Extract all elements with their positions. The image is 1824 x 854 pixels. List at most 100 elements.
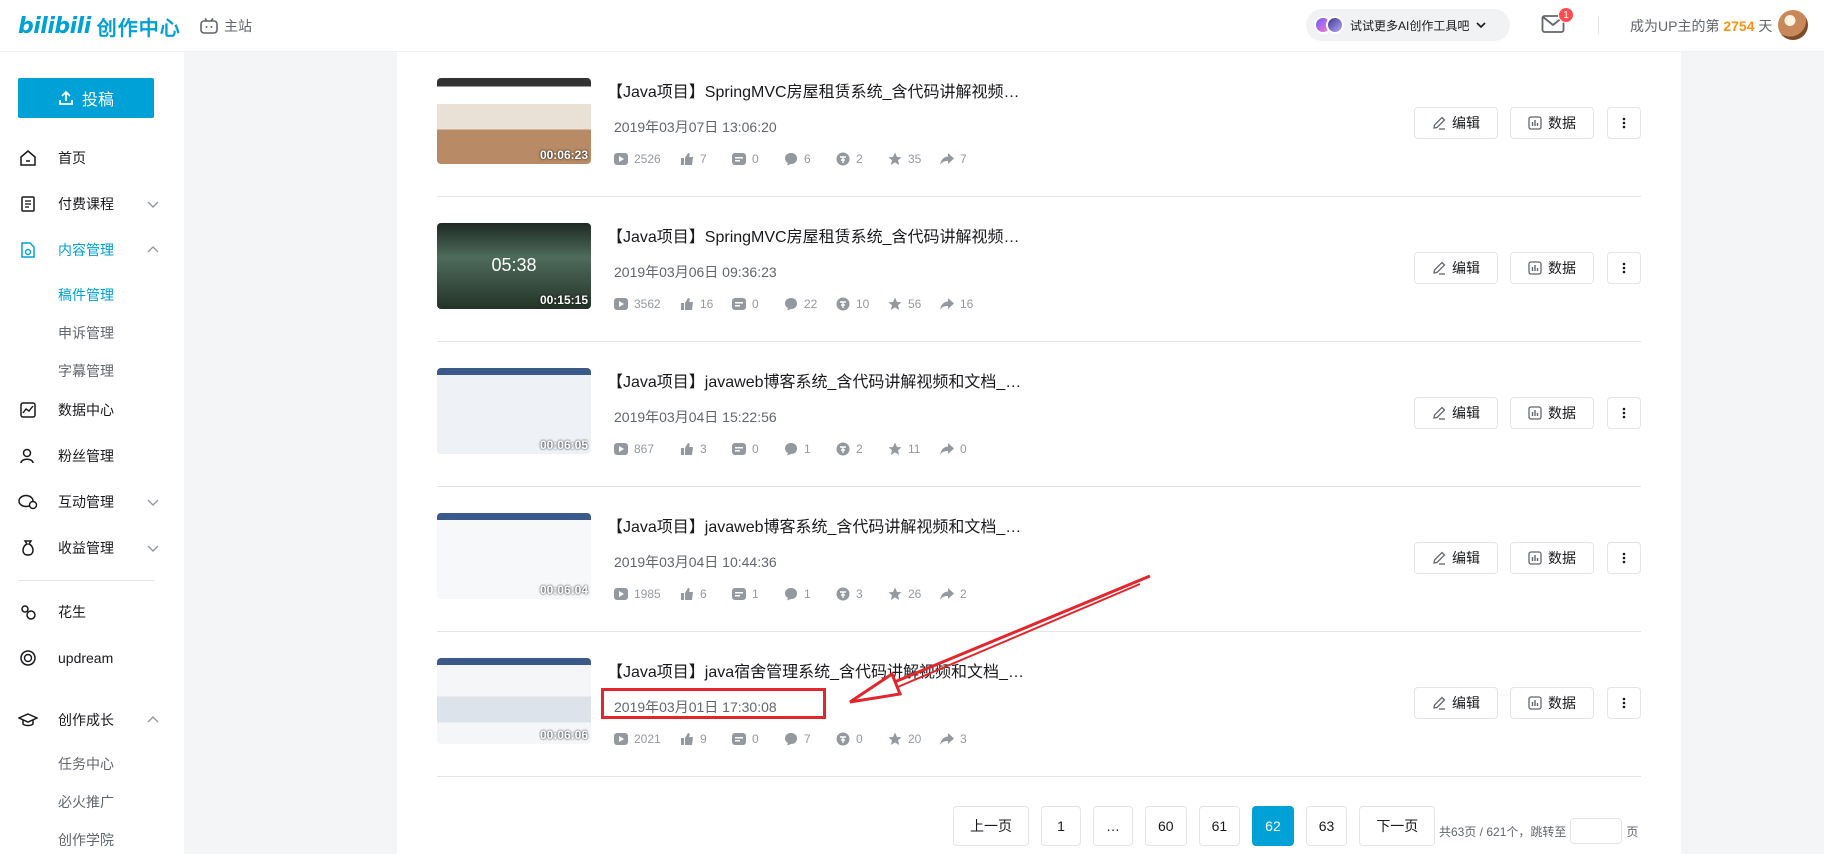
video-stats: 2526 7 0 6 2 35 7 [614,152,992,166]
sidebar-item-content[interactable]: 内容管理 [0,230,184,270]
edit-button[interactable]: 编辑 [1414,397,1498,429]
page-button[interactable]: 1 [1041,806,1081,846]
sidebar-item-fans[interactable]: 粉丝管理 [0,436,184,476]
home-link[interactable]: 主站 [200,16,252,36]
logo[interactable]: bilibili 创作中心 [18,12,181,41]
video-title[interactable]: 【Java项目】javaweb博客系统_含代码讲解视频和文档_… [607,513,1021,537]
like-icon [681,298,693,310]
video-thumbnail[interactable]: 00:06:06 [437,658,591,744]
page-ellipsis[interactable]: … [1093,806,1133,846]
video-duration: 00:06:23 [539,148,588,162]
share-icon [940,298,954,310]
page-button[interactable]: 61 [1198,806,1241,846]
video-title[interactable]: 【Java项目】SpringMVC房屋租赁系统_含代码讲解视频… [607,78,1020,102]
data-button[interactable]: 数据 [1510,397,1594,429]
sidebar-item-growth[interactable]: 创作成长 [0,700,184,740]
more-button[interactable] [1607,397,1641,429]
stat-value: 7 [804,732,811,746]
data-button[interactable]: 数据 [1510,542,1594,574]
ai-tools-label: 试试更多AI创作工具吧 [1350,18,1470,33]
fans-icon [18,446,38,466]
share-icon [940,733,954,745]
stat: 1 [784,587,836,601]
stat: 10 [836,297,888,311]
video-thumbnail[interactable]: 00:06:04 [437,513,591,599]
share-icon [940,588,954,600]
edit-button[interactable]: 编辑 [1414,542,1498,574]
sidebar-item-home[interactable]: 首页 [0,138,184,178]
chart-icon [18,400,38,420]
edit-button[interactable]: 编辑 [1414,107,1498,139]
list-item: 00:06:06 【Java项目】java宿舍管理系统_含代码讲解视频和文档_… 2… [437,632,1641,777]
upload-button[interactable]: 投稿 [18,78,154,118]
stat: 2 [836,442,888,456]
sidebar-item-peanut[interactable]: 花生 [0,592,184,632]
stat-value: 3 [856,587,863,601]
growth-icon [18,710,38,730]
stat: 20 [888,732,940,746]
video-thumbnail[interactable]: 00:06:23 [437,78,591,164]
sidebar-item-course[interactable]: 付费课程 [0,184,184,224]
data-button[interactable]: 数据 [1510,252,1594,284]
video-thumbnail[interactable]: 00:06:05 [437,368,591,454]
danmaku-icon [732,298,746,310]
page-button-current[interactable]: 62 [1252,806,1294,846]
stat: 0 [732,297,784,311]
sidebar-item-income[interactable]: 收益管理 [0,528,184,568]
page-unit: 页 [1626,824,1639,839]
sidebar: 投稿 首页 付费课程 内容管理 稿件管理 申诉管理 字幕管理 数据中心 粉丝管理… [0,52,184,854]
sidebar-sub-promote[interactable]: 必火推广 [58,792,114,812]
page-jump: 共63页 / 621个，跳转至 页 [1439,818,1638,844]
stat-value: 11 [908,442,921,456]
sidebar-item-updream[interactable]: updream [0,638,184,678]
like-icon [681,153,693,165]
more-button[interactable] [1607,252,1641,284]
avatar[interactable] [1778,10,1808,40]
more-vertical-icon [1622,697,1626,709]
stat-value: 26 [908,587,922,601]
comment-icon [785,733,797,746]
sidebar-divider [18,580,154,581]
sidebar-item-label: 首页 [58,150,86,166]
video-thumbnail[interactable]: 05:38 00:15:15 [437,223,591,309]
prev-page-button[interactable]: 上一页 [953,806,1029,846]
stat: 2 [836,152,888,166]
data-button[interactable]: 数据 [1510,687,1594,719]
video-title[interactable]: 【Java项目】java宿舍管理系统_含代码讲解视频和文档_… [607,658,1024,682]
video-title[interactable]: 【Java项目】javaweb博客系统_含代码讲解视频和文档_… [607,368,1021,392]
page-jump-input[interactable] [1570,818,1623,844]
sidebar-sub-tasks[interactable]: 任务中心 [58,754,114,774]
stat: 0 [732,442,784,456]
data-button[interactable]: 数据 [1510,107,1594,139]
sidebar-sub-appeal[interactable]: 申诉管理 [58,323,114,343]
chevron-down-icon [147,545,159,552]
page-button[interactable]: 60 [1145,806,1187,846]
coin-icon [836,152,850,166]
star-icon [888,442,902,455]
video-duration: 00:15:15 [539,293,588,307]
ai-tools-button[interactable]: 试试更多AI创作工具吧 [1306,9,1510,41]
home-icon [18,148,38,168]
sidebar-sub-manuscript[interactable]: 稿件管理 [58,285,114,305]
edit-label: 编辑 [1452,405,1480,421]
edit-label: 编辑 [1452,115,1480,131]
stat: 1985 [614,587,680,601]
video-title[interactable]: 【Java项目】SpringMVC房屋租赁系统_含代码讲解视频… [607,223,1020,247]
sidebar-sub-subtitle[interactable]: 字幕管理 [58,361,114,381]
page-button[interactable]: 63 [1305,806,1348,846]
sidebar-item-data[interactable]: 数据中心 [0,390,184,430]
chevron-up-icon [147,246,159,253]
stat-value: 20 [908,732,922,746]
video-date: 2019年03月04日 10:44:36 [614,554,777,570]
more-button[interactable] [1607,107,1641,139]
data-label: 数据 [1548,550,1576,566]
sidebar-item-interact[interactable]: 互动管理 [0,482,184,522]
stat: 2526 [614,152,680,166]
next-page-button[interactable]: 下一页 [1359,806,1436,846]
stat: 56 [888,297,940,311]
edit-button[interactable]: 编辑 [1414,687,1498,719]
more-button[interactable] [1607,542,1641,574]
sidebar-sub-academy[interactable]: 创作学院 [58,830,114,850]
edit-button[interactable]: 编辑 [1414,252,1498,284]
more-button[interactable] [1607,687,1641,719]
